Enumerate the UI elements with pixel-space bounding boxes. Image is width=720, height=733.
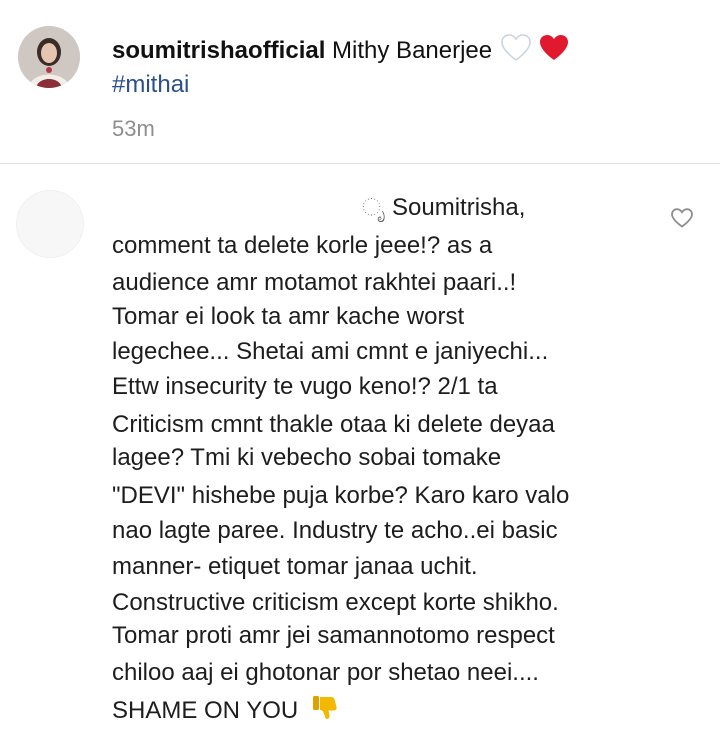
comment-prefix-fragment: ೃ [362,194,386,221]
comment-line: SHAME ON YOU [112,693,339,726]
section-divider [0,163,720,164]
comment-line: Tomar proti amr jei samannotomo respect [112,622,555,649]
comment-line: Tomar ei look ta amr kache worst [112,303,465,330]
redacted-commenter-name [112,194,362,222]
comment-line: legechee... Shetai ami cmnt e janiyechi.… [112,338,549,365]
comment-line: comment ta delete korle jeee!? as a [112,232,493,259]
red-heart-icon [540,35,569,60]
comment-line: Ettw insecurity te vugo keno!? 2/1 ta [112,373,498,400]
comment-line: nao lagte paree. Industry te acho..ei ba… [112,517,558,544]
comment-line: chiloo aaj ei ghotonar por shetao neei..… [112,659,539,686]
comment-line: Criticism cmnt thakle otaa ki delete dey… [112,411,555,438]
avatar-photo-icon [18,26,80,88]
white-heart-icon [501,34,531,61]
post-caption: Mithy Banerjee [332,37,493,64]
post-timestamp: 53m [112,116,155,141]
comment-line: "DEVI" hishebe puja korbe? Karo karo val… [112,482,570,509]
comment-line-text: Soumitrisha, [392,194,526,221]
comment-line: ೃ Soumitrisha, [362,193,525,223]
comment-line-text: SHAME ON YOU [112,697,299,724]
caption-line: soumitrishaofficial Mithy Banerjee [112,34,569,66]
commenter-avatar[interactable] [16,190,84,258]
post-hashtag[interactable]: #mithai [112,70,189,100]
comment-line: lagee? Tmi ki vebecho sobai tomake [112,444,502,471]
profile-avatar[interactable] [18,26,80,88]
comment-line: Constructive criticism except korte shik… [112,589,559,616]
heart-outline-icon[interactable] [670,206,694,230]
post-username[interactable]: soumitrishaofficial [112,37,325,64]
thumbs-down-icon [312,696,337,719]
comment-line: audience amr motamot rakhtei paari..! [112,269,517,296]
comment-line: manner- etiquet tomar janaa uchit. [112,553,478,580]
post-caption-section: soumitrishaofficial Mithy Banerjee #mith… [0,0,720,165]
